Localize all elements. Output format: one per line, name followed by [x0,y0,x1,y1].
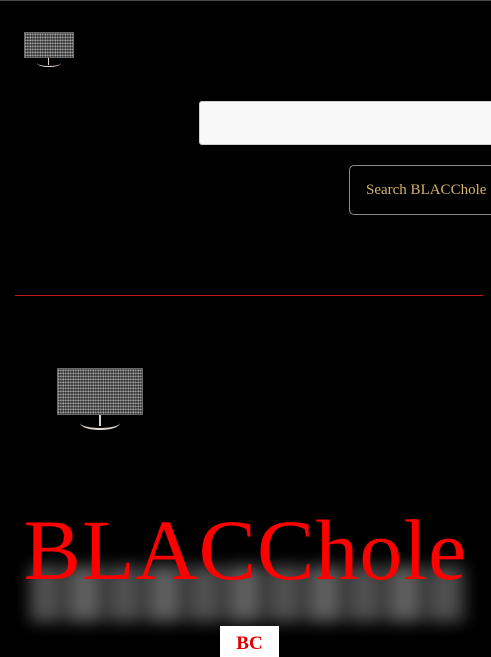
divider-line [15,295,483,296]
tv-screen-static [24,32,74,58]
page: Search BLACChole BLACChole BC [0,0,491,657]
brand-banner: BLACChole [0,500,491,630]
tv-stand-base [37,63,61,67]
tv-static-icon [57,368,143,432]
tv-stand-base [80,423,120,430]
bc-badge[interactable]: BC [220,626,279,657]
search-button[interactable]: Search BLACChole [349,165,491,215]
top-border [0,0,491,1]
search-input[interactable] [199,101,491,145]
brand-title: BLACChole [23,502,468,598]
site-logo-tv-icon[interactable] [24,32,74,68]
tv-screen-static [57,368,143,415]
